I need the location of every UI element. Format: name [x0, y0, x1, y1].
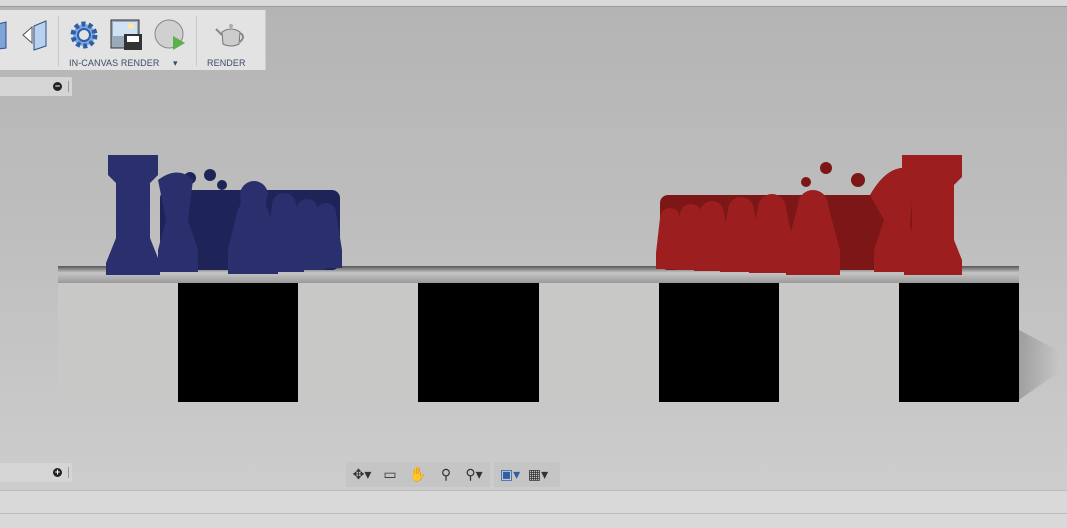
orbit-icon[interactable]: ✥▾	[351, 465, 373, 485]
pan-icon[interactable]: ✋	[407, 465, 429, 485]
navigation-bar: ✥▾ ▭ ✋ ⚲ ⚲▾	[346, 462, 490, 487]
chess-pieces	[106, 155, 962, 275]
status-bar	[0, 490, 1067, 528]
blue-pieces	[106, 155, 342, 275]
zoom-icon[interactable]: ⚲	[435, 465, 457, 485]
zoom-window-icon[interactable]: ⚲▾	[463, 465, 485, 485]
display-settings-icon[interactable]: ▣▾	[499, 465, 521, 485]
red-pieces	[656, 155, 962, 275]
grid-icon[interactable]: ▦▾	[527, 465, 549, 485]
look-at-icon[interactable]: ▭	[379, 465, 401, 485]
display-bar: ▣▾ ▦▾	[494, 462, 560, 487]
blue-rook	[106, 155, 160, 275]
